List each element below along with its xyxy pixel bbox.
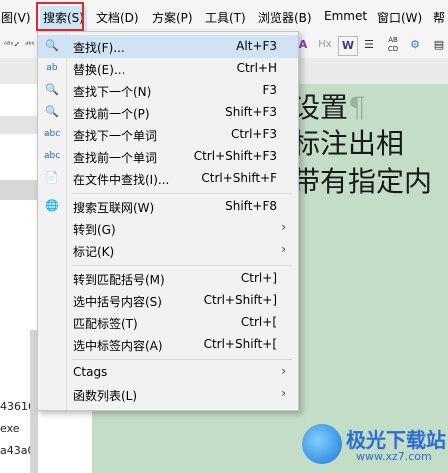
gear-icon[interactable]: ⚙ — [406, 36, 424, 54]
sidebar-selected-row[interactable] — [0, 180, 40, 200]
menu-item-label: 查找下一个单词 — [73, 129, 158, 143]
chevron-right-icon: › — [281, 242, 286, 256]
menu-item-marks[interactable]: 标记(K) › — [38, 239, 298, 262]
menu-item-shortcut: Ctrl+Shift+[ — [203, 337, 277, 351]
watermark-url: www.xz7.com — [356, 450, 432, 463]
editor-line: 设置¶ — [292, 91, 366, 124]
menu-item-goto-bracket[interactable]: 转到匹配括号(M) Ctrl+] — [38, 267, 298, 290]
ab-cd-icon[interactable]: AB CD — [384, 36, 402, 54]
watermark-logo-icon — [302, 424, 342, 464]
editor-line: 带有指定内 — [292, 165, 433, 198]
menu-item-search-web[interactable]: 🌐 搜索互联网(W) Shift+F8 — [38, 195, 298, 218]
hx-icon[interactable]: Hx — [316, 36, 334, 54]
menu-item-ctags[interactable]: Ctags › — [38, 361, 298, 384]
menu-item-find-in-files[interactable]: 📄 在文件中查找(I)... Ctrl+Shift+F — [38, 167, 298, 190]
menu-item-shortcut: Shift+F8 — [225, 199, 277, 213]
abc-prev-icon: abc — [44, 151, 61, 161]
menu-item-find-next-word[interactable]: abc 查找下一个单词 Ctrl+F3 — [38, 123, 298, 146]
menu-item-label: 查找前一个单词 — [73, 151, 158, 165]
chevron-right-icon: › — [281, 386, 286, 400]
menu-item-shortcut: Ctrl+F3 — [231, 127, 277, 141]
window-icon[interactable]: ▤ — [430, 36, 448, 54]
menu-item-label: 函数列表(L) — [73, 389, 138, 403]
menu-item-label: 标记(K) — [73, 245, 115, 259]
menu-item-label: 选中标签内容(A) — [73, 339, 163, 353]
menu-item-replace[interactable]: ab 替换(E)... Ctrl+H — [38, 57, 298, 80]
menu-item-label: Ctags — [73, 365, 108, 379]
chevron-right-icon: › — [281, 220, 286, 234]
menu-item-find-prev-word[interactable]: abc 查找前一个单词 Ctrl+Shift+F3 — [38, 145, 298, 168]
menu-item-label: 选中括号内容(S) — [73, 295, 162, 309]
menu-item-label: 匹配标签(T) — [73, 317, 138, 331]
menu-item-select-bracket[interactable]: 选中括号内容(S) Ctrl+Shift+] — [38, 289, 298, 312]
sidebar-line: exe — [0, 422, 20, 435]
menu-item-label: 查找(F)... — [73, 41, 125, 55]
menu-tools[interactable]: 工具(T) — [205, 9, 246, 26]
menu-item-shortcut: Ctrl+Shift+F3 — [193, 149, 277, 163]
menu-item-label: 搜索互联网(W) — [73, 201, 155, 215]
search-menu: 🔍 查找(F)... Alt+F3 ab 替换(E)... Ctrl+H 🔍 查… — [37, 31, 299, 411]
menu-item-match-tag[interactable]: 匹配标签(T) Ctrl+[ — [38, 311, 298, 334]
menu-view[interactable]: 图(V) — [1, 9, 31, 26]
menu-item-function-list[interactable]: 函数列表(L) › — [38, 383, 298, 406]
highlight-box — [36, 2, 84, 31]
menu-item-shortcut: Alt+F3 — [236, 39, 277, 53]
menu-item-shortcut: Ctrl+Shift+F — [201, 171, 277, 185]
watermark-title: 极光下载站 — [346, 428, 446, 452]
replace-icon: ab — [46, 63, 58, 73]
menu-item-shortcut: Shift+F3 — [225, 105, 277, 119]
menu-item-shortcut: Ctrl+H — [236, 61, 277, 75]
globe-icon: 🌐 — [45, 199, 59, 212]
menu-item-label: 转到(G) — [73, 223, 116, 237]
chevron-right-icon: › — [281, 364, 286, 378]
list-icon[interactable]: ☰ — [360, 36, 378, 54]
menu-item-label: 转到匹配括号(M) — [73, 273, 165, 287]
menu-item-label: 查找下一个(N) — [73, 85, 152, 99]
abc-next-icon: abc — [44, 129, 61, 139]
editor-line: 标注出相 — [292, 127, 405, 160]
file-search-icon: 📄 — [45, 171, 59, 184]
search-next-icon: 🔍 — [45, 83, 59, 96]
menu-scheme[interactable]: 方案(P) — [152, 9, 193, 26]
menu-browser[interactable]: 浏览器(B) — [258, 9, 312, 26]
menu-item-find-prev[interactable]: 🔍 查找前一个(P) Shift+F3 — [38, 101, 298, 124]
menu-item-goto[interactable]: 转到(G) › — [38, 217, 298, 240]
menu-item-shortcut: Ctrl+] — [240, 271, 277, 285]
watermark: 极光下载站 www.xz7.com — [300, 418, 448, 473]
menu-separator — [72, 265, 292, 266]
menu-item-find-next[interactable]: 🔍 查找下一个(N) F3 — [38, 79, 298, 102]
menu-document[interactable]: 文档(D) — [96, 9, 139, 26]
menu-item-shortcut: F3 — [262, 83, 277, 97]
menu-item-label: 查找前一个(P) — [73, 107, 150, 121]
menu-item-label: 替换(E)... — [73, 63, 126, 77]
spellcheck-icon[interactable]: ᴬᴮᶜ✓ — [3, 36, 21, 54]
menu-help[interactable]: 帮 — [433, 9, 445, 26]
search-prev-icon: 🔍 — [45, 105, 59, 118]
menu-item-select-tag[interactable]: 选中标签内容(A) Ctrl+Shift+[ — [38, 333, 298, 356]
search-icon: 🔍 — [45, 39, 59, 52]
menu-window[interactable]: 窗口(W) — [377, 9, 422, 26]
menu-separator — [72, 359, 292, 360]
menu-item-find[interactable]: 🔍 查找(F)... Alt+F3 — [38, 35, 298, 58]
menu-emmet[interactable]: Emmet — [324, 9, 367, 23]
menu-item-shortcut: Ctrl+[ — [240, 315, 277, 329]
w-icon[interactable]: W — [338, 36, 358, 56]
menu-separator — [72, 193, 292, 194]
menu-item-shortcut: Ctrl+Shift+] — [203, 293, 277, 307]
menu-item-label: 在文件中查找(I)... — [73, 173, 170, 187]
